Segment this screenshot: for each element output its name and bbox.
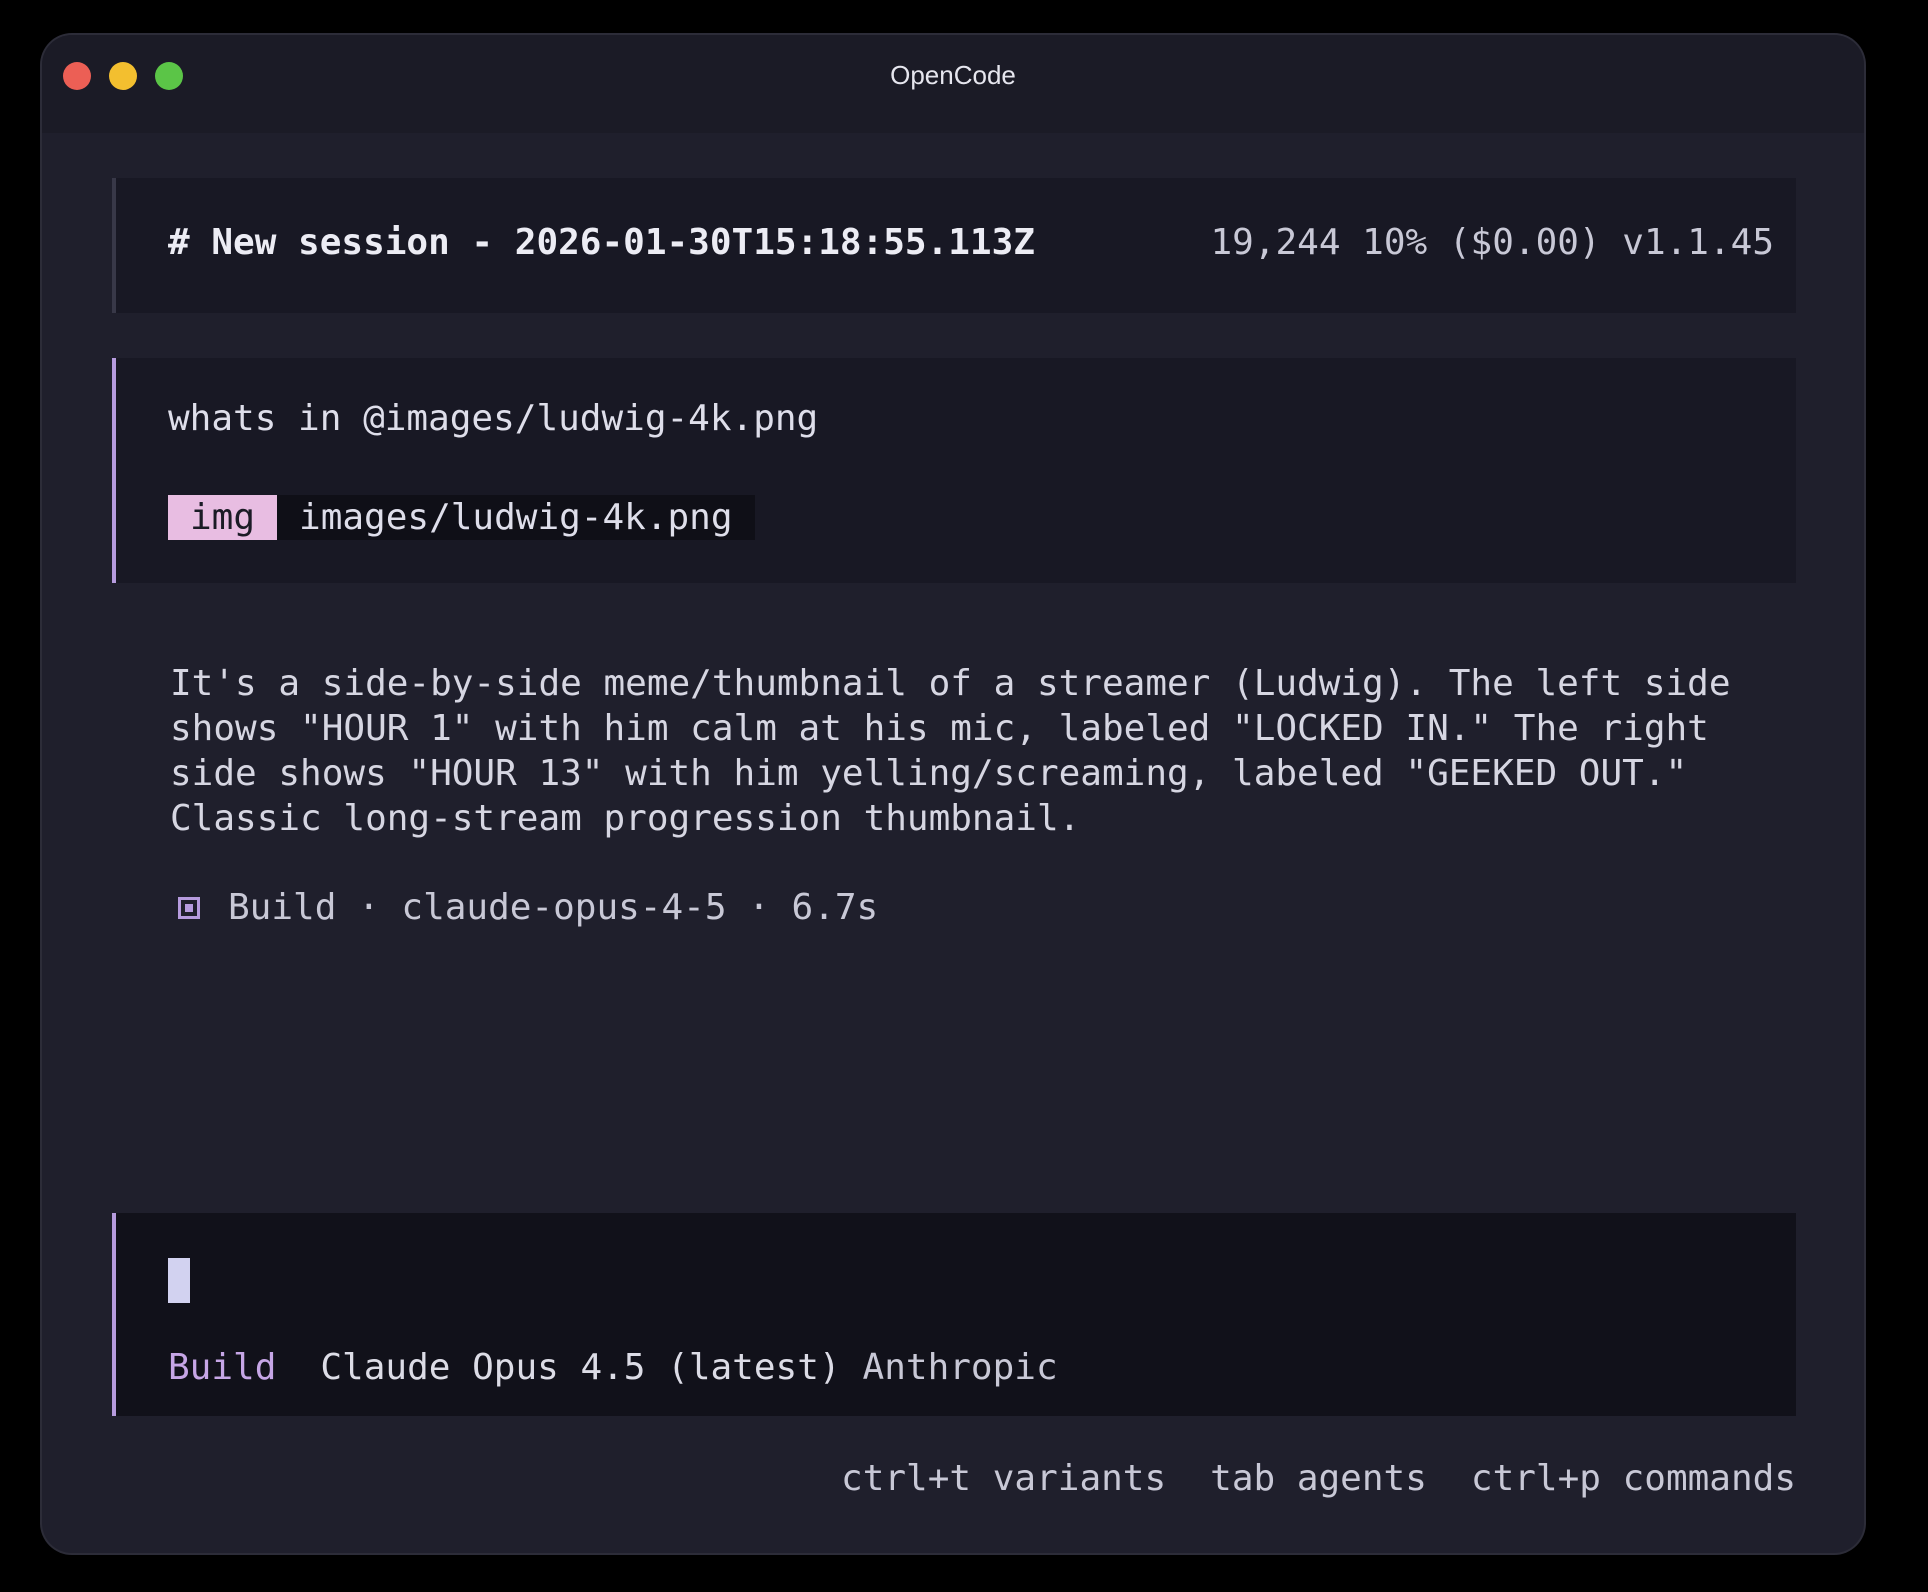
square-dot-icon [178, 896, 200, 919]
attachment-chip[interactable]: img images/ludwig-4k.png [168, 495, 755, 540]
app-window: OpenCode # New session - 2026-01-30T15:1… [42, 35, 1864, 1553]
title-bar: OpenCode [42, 35, 1864, 133]
keyboard-hints: ctrl+t variants tab agents ctrl+p comman… [841, 1458, 1796, 1499]
agent-selector[interactable]: Build [168, 1347, 276, 1388]
assistant-response-text: It's a side-by-side meme/thumbnail of a … [170, 663, 1753, 839]
session-meta: 19,244 10% ($0.00) v1.1.45 [1210, 222, 1774, 263]
window-title: OpenCode [890, 60, 1016, 90]
hint-commands[interactable]: ctrl+p commands [1471, 1458, 1796, 1499]
model-selector[interactable]: Claude Opus 4.5 (latest) [320, 1347, 840, 1388]
session-header: # New session - 2026-01-30T15:18:55.113Z… [112, 178, 1796, 313]
prompt-input[interactable]: Build Claude Opus 4.5 (latest) Anthropic [112, 1213, 1796, 1416]
provider-label: Anthropic [862, 1347, 1058, 1388]
user-message: whats in @images/ludwig-4k.png img image… [112, 358, 1796, 583]
hint-variants[interactable]: ctrl+t variants [841, 1458, 1166, 1499]
attachment-type-badge: img [168, 495, 278, 540]
input-footer: Build Claude Opus 4.5 (latest) Anthropic [168, 1347, 1058, 1388]
hint-agents[interactable]: tab agents [1210, 1458, 1427, 1499]
build-info: Build · claude-opus-4-5 · 6.7s [170, 887, 878, 928]
session-title: # New session - 2026-01-30T15:18:55.113Z [168, 222, 1035, 263]
attachment-filename: images/ludwig-4k.png [299, 497, 733, 538]
build-info-text: Build · claude-opus-4-5 · 6.7s [228, 887, 879, 928]
user-message-text: whats in @images/ludwig-4k.png [168, 398, 819, 439]
text-cursor [168, 1258, 190, 1303]
